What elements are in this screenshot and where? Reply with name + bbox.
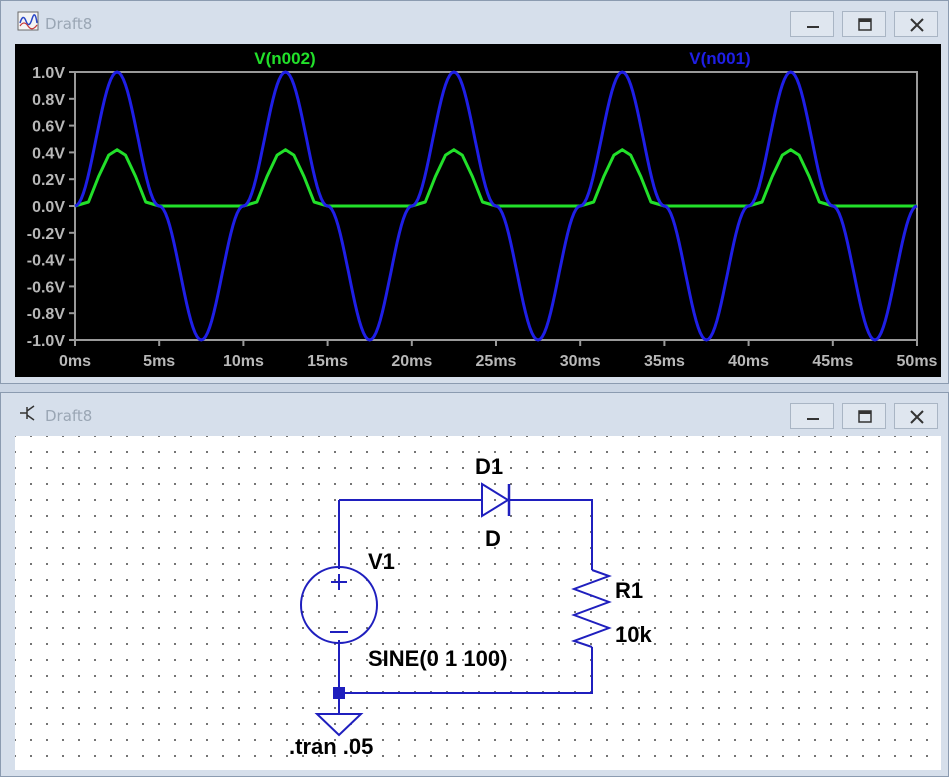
x-tick-label: 30ms (560, 353, 601, 370)
y-tick-label: 0.8V (32, 92, 65, 109)
schematic-canvas[interactable]: D1 D V1 SINE(0 1 100) R1 10k .tran .05 (15, 436, 941, 770)
y-tick-label: -1.0V (27, 333, 66, 350)
source-name-label: V1 (368, 549, 395, 574)
maximize-button[interactable] (842, 11, 886, 37)
resistor-value-label: 10k (615, 622, 652, 647)
x-tick-label: 10ms (223, 353, 264, 370)
close-icon (910, 18, 924, 32)
y-tick-label: 0.4V (32, 145, 65, 162)
y-tick-label: 1.0V (32, 65, 65, 82)
close-button[interactable] (894, 11, 938, 37)
diode-model-label: D (485, 526, 501, 551)
diode-name-label: D1 (475, 454, 503, 479)
waveform-titlebar[interactable]: Draft8 (1, 1, 948, 45)
trace-label[interactable]: V(n002) (254, 49, 315, 68)
voltage-source-v1[interactable] (300, 566, 378, 644)
waveform-window-title: Draft8 (45, 15, 93, 33)
y-tick-label: -0.2V (27, 226, 66, 243)
minimize-button[interactable] (790, 403, 834, 429)
y-tick-label: -0.6V (27, 279, 66, 296)
x-tick-label: 45ms (812, 353, 853, 370)
waveform-app-icon (17, 11, 39, 31)
schematic-titlebar[interactable]: Draft8 (1, 393, 948, 437)
close-icon (910, 410, 924, 424)
x-tick-label: 40ms (728, 353, 769, 370)
minimize-button[interactable] (790, 11, 834, 37)
circuit-diagram: D1 D V1 SINE(0 1 100) R1 10k .tran .05 (289, 454, 652, 759)
maximize-button[interactable] (842, 403, 886, 429)
x-tick-label: 50ms (897, 353, 938, 370)
y-tick-label: 0.2V (32, 172, 65, 189)
x-tick-label: 5ms (143, 353, 175, 370)
diode-d1[interactable] (478, 482, 511, 518)
maximize-icon (858, 18, 872, 31)
y-tick-label: -0.8V (27, 306, 66, 323)
trace-label[interactable]: V(n001) (689, 49, 750, 68)
wire-diode-to-resistor[interactable] (510, 499, 593, 570)
maximize-icon (858, 410, 872, 423)
x-tick-label: 0ms (59, 353, 91, 370)
x-tick-label: 35ms (644, 353, 685, 370)
y-tick-label: 0.0V (32, 199, 65, 216)
y-tick-label: -0.4V (27, 253, 66, 270)
x-tick-label: 20ms (391, 353, 432, 370)
series-line-vn002[interactable] (74, 148, 917, 208)
resistor-name-label: R1 (615, 578, 643, 603)
x-tick-label: 25ms (476, 353, 517, 370)
minimize-icon (807, 418, 819, 420)
waveform-plot[interactable]: 1.0V 0.8V 0.6V 0.4V 0.2V 0.0V -0.2V -0.4V -0.6V -… (15, 44, 941, 377)
schematic-app-icon (20, 405, 35, 421)
ground-symbol[interactable] (314, 699, 364, 737)
waveform-window: Draft8 1.0V 0.8V 0.6V 0.4V 0.2V 0.0V -0.2V -0.4… (0, 0, 949, 384)
waveform-chart: 1.0V 0.8V 0.6V 0.4V 0.2V 0.0V -0.2V -0.4V -0.6V -… (27, 49, 938, 370)
schematic-window: Draft8 D1 D V1 SINE(0 1 100) R1 10k .tra… (0, 392, 949, 777)
resistor-r1[interactable] (570, 569, 612, 648)
sim-directive[interactable]: .tran .05 (289, 734, 373, 759)
y-tick-label: 0.6V (32, 119, 65, 136)
close-button[interactable] (894, 403, 938, 429)
minimize-icon (807, 26, 819, 28)
schematic-window-title: Draft8 (45, 407, 93, 425)
node-junction[interactable] (333, 687, 345, 699)
x-tick-label: 15ms (307, 353, 348, 370)
source-value-label: SINE(0 1 100) (368, 646, 507, 671)
